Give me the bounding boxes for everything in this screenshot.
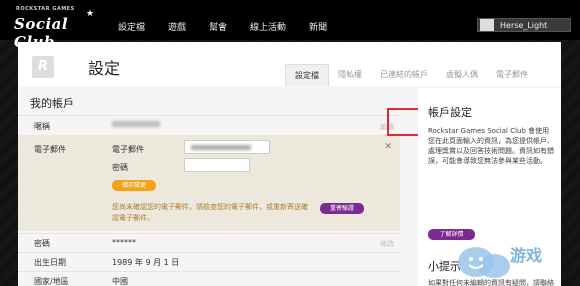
nickname-row: 暱稱 編輯 [18, 115, 400, 135]
unverified-email-warning: 您尚未確認您的電子郵件，請檢查您的電子郵件，或重新寄送確認電子郵件。 [112, 203, 308, 222]
tab-privacy[interactable]: 隱私權 [329, 64, 371, 86]
main-nav: 設定檔 遊戲 幫會 線上活動 新聞 [118, 20, 350, 33]
email-field-label: 電子郵件 [112, 145, 144, 154]
password-row: 密碼 ****** 修改 [18, 233, 400, 251]
user-menu[interactable]: Herse_Light [477, 18, 571, 32]
section-title: 我的帳戶 [30, 97, 74, 110]
tab-email[interactable]: 電子郵件 [487, 64, 537, 86]
nav-events[interactable]: 線上活動 [250, 20, 286, 33]
password-label: 密碼 [34, 239, 50, 248]
username: Herse_Light [500, 20, 548, 30]
nav-profile[interactable]: 設定檔 [118, 20, 145, 33]
logo-rockstar-text: ROCKSTAR GAMES [16, 6, 75, 12]
tab-linked-accounts[interactable]: 已連結的帳戶 [371, 64, 437, 86]
email-edit-box: 電子郵件 ✕ 電子郵件 密碼 儲存變更 您尚未確認您的電子郵件，請檢查您的電子郵… [18, 135, 400, 231]
birthday-value: 1989 年 9 月 1 日 [112, 258, 180, 267]
watermark-logo: 游戏 [454, 234, 574, 284]
nav-games[interactable]: 遊戲 [168, 20, 186, 33]
password-field[interactable] [184, 158, 250, 172]
email-field[interactable] [184, 140, 270, 154]
password-field-label: 密碼 [112, 163, 128, 172]
rockstar-r-icon: R [32, 56, 54, 78]
account-settings-text: Rockstar Games Social Club 會使用您在此頁面輸入的資訊… [428, 127, 554, 165]
top-navigation-bar: ROCKSTAR GAMES Social Club ★ 設定檔 遊戲 幫會 線… [0, 0, 580, 51]
nickname-label: 暱稱 [34, 122, 50, 131]
nav-news[interactable]: 新聞 [309, 20, 327, 33]
email-section-label: 電子郵件 [34, 145, 66, 154]
resend-verification-button[interactable]: 重寄驗證 [320, 203, 364, 214]
panel-header: R 設定 設定檔 隱私權 已連結的帳戶 虛擬人偶 電子郵件 [18, 42, 561, 86]
password-value: ****** [112, 238, 136, 247]
nav-crews[interactable]: 幫會 [209, 20, 227, 33]
save-changes-button[interactable]: 儲存變更 [112, 180, 156, 191]
country-row: 國家/地區 中國 [18, 271, 400, 286]
country-value: 中國 [112, 277, 128, 286]
star-icon: ★ [86, 9, 95, 19]
tab-avatar[interactable]: 虛擬人偶 [437, 64, 487, 86]
birthday-label: 出生日期 [34, 258, 66, 267]
page-title: 設定 [88, 59, 121, 78]
tab-profile[interactable]: 設定檔 [285, 64, 329, 86]
account-settings-title: 帳戶設定 [428, 106, 472, 119]
birthday-row: 出生日期 1989 年 9 月 1 日 [18, 252, 400, 270]
watermark-text: 游戏 [510, 246, 543, 265]
settings-tabs: 設定檔 隱私權 已連結的帳戶 虛擬人偶 電子郵件 [285, 64, 537, 86]
close-icon[interactable]: ✕ [384, 142, 392, 152]
social-club-logo[interactable]: ROCKSTAR GAMES Social Club ★ [14, 6, 96, 51]
change-password-link[interactable]: 修改 [380, 239, 394, 249]
country-label: 國家/地區 [34, 277, 69, 286]
nickname-value [112, 121, 160, 127]
avatar [480, 19, 494, 31]
